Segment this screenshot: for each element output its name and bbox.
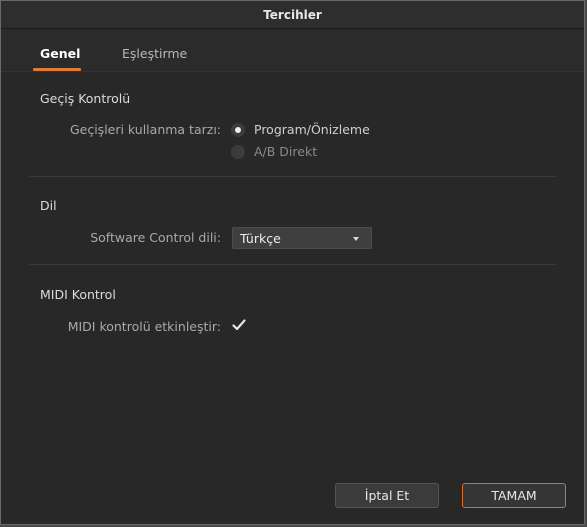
divider <box>29 176 556 177</box>
section-title-transition: Geçiş Kontrolü <box>40 91 131 106</box>
chevron-down-icon <box>353 237 359 241</box>
language-select-value: Türkçe <box>240 231 281 246</box>
active-tab-indicator <box>33 68 81 71</box>
section-title-language: Dil <box>40 198 57 213</box>
radio-label-ab-direct[interactable]: A/B Direkt <box>254 144 317 159</box>
midi-enable-checkbox[interactable] <box>231 317 247 333</box>
ok-button[interactable]: TAMAM <box>462 483 566 508</box>
divider <box>29 264 556 265</box>
radio-ab-direct[interactable] <box>231 145 245 159</box>
preferences-dialog: Tercihler Genel Eşleştirme Geçiş Kontrol… <box>0 0 585 525</box>
radio-label-program-preview[interactable]: Program/Önizleme <box>254 122 370 137</box>
language-label: Software Control dili: <box>90 230 221 245</box>
window-title: Tercihler <box>263 7 322 22</box>
tab-eslestirme[interactable]: Eşleştirme <box>122 46 187 61</box>
midi-enable-label: MIDI kontrolü etkinleştir: <box>67 319 221 334</box>
tab-bar: Genel Eşleştirme <box>1 29 584 72</box>
checkmark-icon <box>232 319 246 331</box>
title-bar: Tercihler <box>1 1 584 29</box>
tab-genel[interactable]: Genel <box>40 46 80 61</box>
cancel-button[interactable]: İptal Et <box>335 483 439 508</box>
transition-style-label: Geçişleri kullanma tarzı: <box>69 122 221 137</box>
radio-program-preview[interactable] <box>231 123 245 137</box>
language-select[interactable]: Türkçe <box>232 227 372 249</box>
section-title-midi: MIDI Kontrol <box>40 287 116 302</box>
